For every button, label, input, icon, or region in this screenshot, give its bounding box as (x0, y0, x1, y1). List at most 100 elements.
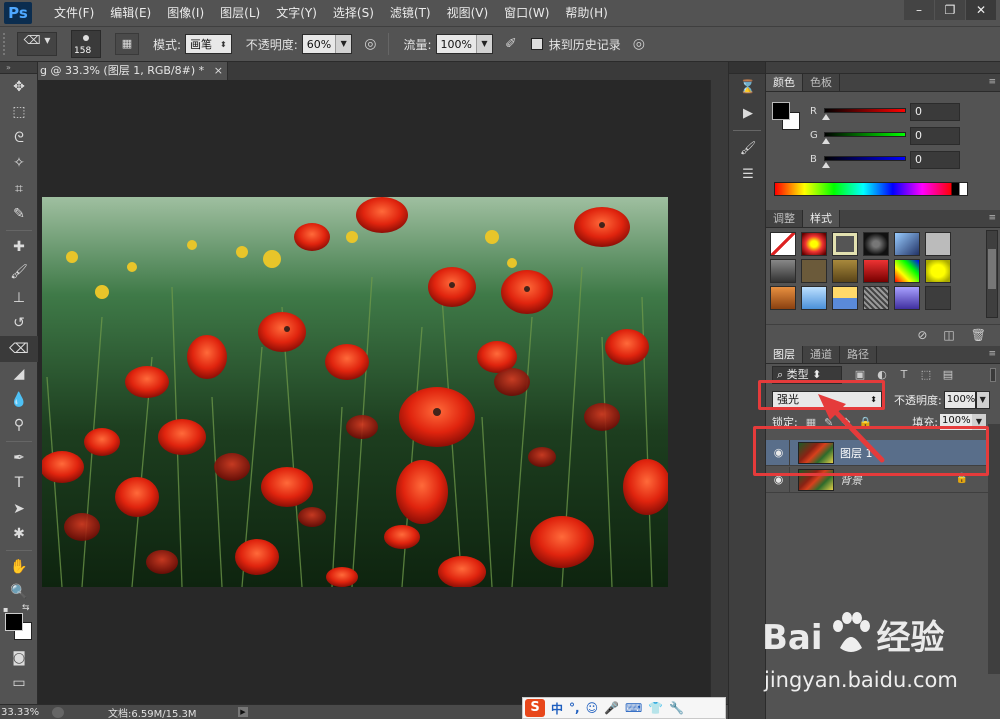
styles-scrollbar[interactable] (986, 230, 998, 318)
menu-edit[interactable]: 编辑(E) (102, 0, 159, 26)
clone-stamp-tool-icon[interactable]: ⊥ (0, 285, 38, 311)
menu-help[interactable]: 帮助(H) (557, 0, 615, 26)
ime-voice-icon[interactable]: 🎤 (604, 701, 619, 715)
chevron-down-icon[interactable]: ▼ (475, 35, 492, 53)
color-spectrum-bar[interactable] (774, 182, 968, 196)
pressure-opacity-icon[interactable]: ◎ (364, 36, 376, 52)
properties-panel-icon[interactable]: ☰ (729, 161, 767, 187)
style-swatch[interactable] (832, 259, 858, 283)
status-info-icon[interactable] (52, 706, 64, 718)
pressure-size-icon[interactable]: ◎ (633, 36, 645, 52)
actions-panel-icon[interactable]: ▶ (729, 100, 767, 126)
status-menu-icon[interactable]: ▶ (238, 707, 248, 717)
shape-filter-icon[interactable]: ⬚ (918, 367, 934, 383)
style-swatch[interactable] (925, 232, 951, 256)
screen-mode-icon[interactable]: ▭ (0, 671, 38, 697)
foreground-color-swatch[interactable] (5, 613, 23, 631)
options-grip[interactable] (3, 33, 9, 55)
close-icon[interactable]: ✕ (966, 0, 996, 20)
dodge-tool-icon[interactable]: ⚲ (0, 413, 38, 439)
chevron-down-icon[interactable]: ▼ (975, 391, 990, 409)
ime-tools-icon[interactable]: 🔧 (669, 701, 684, 715)
tab-styles[interactable]: 样式 (803, 210, 840, 227)
smart-object-filter-icon[interactable]: ▤ (940, 367, 956, 383)
red-gradient[interactable] (824, 108, 906, 113)
ime-keyboard-icon[interactable]: ⌨ (625, 701, 642, 715)
crop-tool-icon[interactable]: ⌗ (0, 176, 38, 202)
swap-colors-icon[interactable]: ⇆ (22, 603, 30, 613)
chevron-down-icon[interactable]: ▼ (335, 35, 352, 53)
style-swatch[interactable] (894, 232, 920, 256)
green-slider[interactable]: G 0 (810, 127, 1000, 150)
zoom-tool-icon[interactable]: 🔍 (0, 580, 38, 606)
style-swatch[interactable] (770, 286, 796, 310)
ime-emoji-icon[interactable]: ☺ (586, 701, 599, 715)
tab-color[interactable]: 颜色 (766, 74, 803, 91)
green-gradient[interactable] (824, 132, 906, 137)
slider-thumb[interactable] (822, 138, 830, 144)
sogou-logo-icon[interactable]: S (525, 699, 545, 717)
scroll-thumb[interactable] (988, 249, 996, 289)
menu-layer[interactable]: 图层(L) (212, 0, 268, 26)
style-swatch[interactable] (925, 259, 951, 283)
tab-swatches[interactable]: 色板 (803, 74, 840, 91)
panel-menu-icon[interactable]: ≡ (988, 349, 996, 359)
green-value[interactable]: 0 (910, 127, 960, 145)
style-swatch[interactable] (894, 286, 920, 310)
ime-chinese-mode[interactable]: 中 (551, 700, 563, 717)
delete-icon[interactable]: 🗑 (971, 328, 986, 342)
foreground-color-swatch[interactable] (772, 102, 790, 120)
airbrush-icon[interactable]: ✐ (505, 36, 517, 52)
tab-adjustments[interactable]: 调整 (766, 210, 803, 227)
red-slider[interactable]: R 0 (810, 103, 1000, 126)
dock-grip[interactable] (729, 62, 765, 74)
flow-field[interactable]: 100% ▼ (435, 34, 493, 54)
close-tab-icon[interactable]: × (214, 62, 223, 80)
minimize-icon[interactable]: – (904, 0, 934, 20)
tab-paths[interactable]: 路径 (840, 346, 877, 363)
style-swatch[interactable] (801, 259, 827, 283)
zoom-level[interactable]: 33.33% (0, 707, 40, 718)
clear-style-icon[interactable]: ⊘ (917, 328, 927, 342)
style-swatch[interactable] (801, 286, 827, 310)
panel-menu-icon[interactable]: ≡ (988, 77, 996, 87)
menu-image[interactable]: 图像(I) (159, 0, 212, 26)
eyedropper-tool-icon[interactable]: ✎ (0, 202, 38, 228)
mode-select[interactable]: 画笔 ⬍ (185, 34, 232, 54)
brush-preset-picker[interactable]: 158 (71, 30, 101, 58)
style-swatch[interactable] (863, 259, 889, 283)
panel-grip[interactable] (766, 62, 1000, 74)
eraser-preset-icon[interactable]: ⌫ ▾ (17, 32, 57, 56)
menu-type[interactable]: 文字(Y) (268, 0, 325, 26)
collapse-icon[interactable]: » (0, 62, 37, 74)
slider-thumb[interactable] (822, 114, 830, 120)
style-swatch[interactable] (801, 232, 827, 256)
healing-brush-tool-icon[interactable]: ✚ (0, 234, 38, 260)
path-selection-tool-icon[interactable]: ➤ (0, 496, 38, 522)
type-tool-icon[interactable]: T (0, 471, 38, 497)
brush-panel-icon[interactable]: ▦ (115, 33, 139, 55)
lasso-tool-icon[interactable]: ᘓ (0, 125, 38, 151)
panel-menu-icon[interactable]: ≡ (988, 213, 996, 223)
blue-gradient[interactable] (824, 156, 906, 161)
layer-opacity-value[interactable]: 100% (943, 391, 976, 409)
style-swatch[interactable] (894, 259, 920, 283)
opacity-field[interactable]: 60% ▼ (301, 34, 353, 54)
menu-window[interactable]: 窗口(W) (496, 0, 557, 26)
brush-tool-icon[interactable]: 🖌 (0, 260, 38, 286)
restore-icon[interactable]: ❐ (935, 0, 965, 20)
quick-mask-icon[interactable]: ◙ (0, 645, 38, 671)
blue-value[interactable]: 0 (910, 151, 960, 169)
shape-tool-icon[interactable]: ✱ (0, 522, 38, 548)
slider-thumb[interactable] (822, 162, 830, 168)
filter-toggle[interactable] (990, 368, 996, 382)
document-tab[interactable]: g @ 33.3% (图层 1, RGB/8#) * × (38, 62, 228, 80)
blur-tool-icon[interactable]: 💧 (0, 387, 38, 413)
style-swatch[interactable] (770, 259, 796, 283)
pen-tool-icon[interactable]: ✒ (0, 445, 38, 471)
canvas-scrollbar[interactable] (710, 80, 728, 704)
hand-tool-icon[interactable]: ✋ (0, 554, 38, 580)
type-filter-icon[interactable]: T (896, 367, 912, 383)
blue-slider[interactable]: B 0 (810, 151, 1000, 174)
menu-select[interactable]: 选择(S) (325, 0, 382, 26)
